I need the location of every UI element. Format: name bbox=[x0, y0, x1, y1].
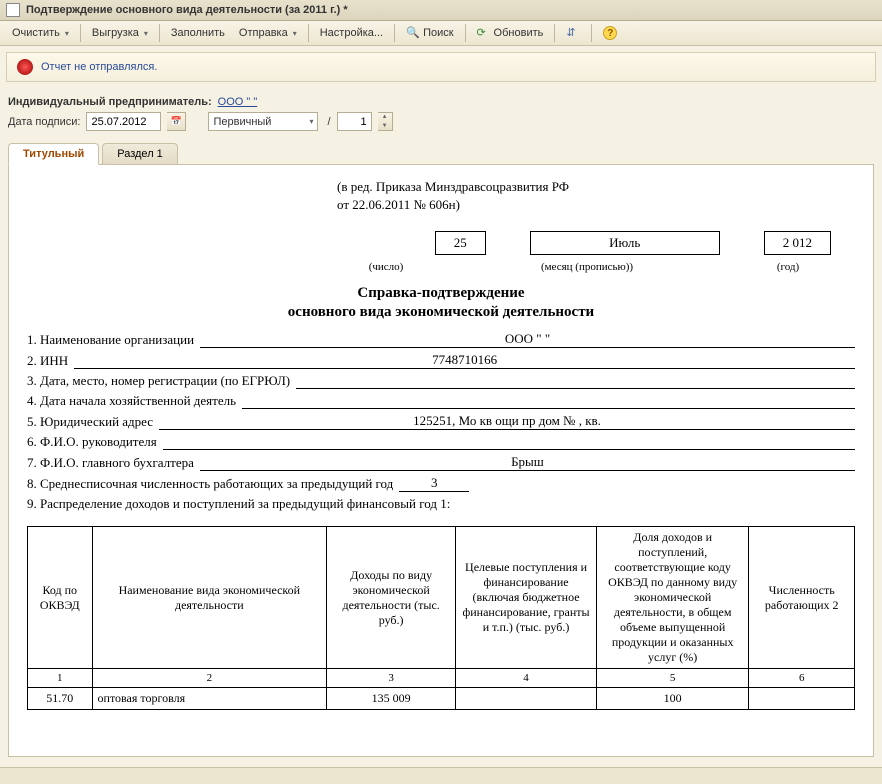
cell-share: 100 bbox=[596, 688, 748, 710]
f5-label: 5. Юридический адрес bbox=[27, 414, 153, 430]
tab-title[interactable]: Титульный bbox=[8, 143, 99, 165]
app-icon bbox=[6, 3, 20, 17]
separator bbox=[554, 24, 555, 42]
f8-value: 3 bbox=[399, 475, 469, 492]
separator bbox=[394, 24, 395, 42]
col-count: Численность работающих 2 bbox=[749, 527, 855, 669]
separator bbox=[80, 24, 81, 42]
col-target: Целевые поступления и финансирование (вк… bbox=[456, 527, 597, 669]
doc-title-2: основного вида экономической деятельност… bbox=[27, 304, 855, 321]
cell-count bbox=[749, 688, 855, 710]
send-button[interactable]: Отправка bbox=[233, 25, 303, 41]
col-share: Доля доходов и поступлений, соответствую… bbox=[596, 527, 748, 669]
f9-label: 9. Распределение доходов и поступлений з… bbox=[27, 496, 450, 512]
search-button[interactable]: 🔍Поиск bbox=[400, 24, 459, 42]
f4-label: 4. Дата начала хозяйственной деятель bbox=[27, 393, 236, 409]
export-button[interactable]: Выгрузка bbox=[86, 25, 154, 41]
cell-okved: 51.70 bbox=[28, 688, 93, 710]
status-icon bbox=[17, 59, 33, 75]
distribution-table: Код по ОКВЭД Наименование вида экономиче… bbox=[27, 526, 855, 710]
fill-button[interactable]: Заполнить bbox=[165, 25, 231, 41]
f6-value bbox=[163, 434, 855, 450]
col-income: Доходы по виду экономической деятельност… bbox=[327, 527, 456, 669]
status-text: Отчет не отправлялся. bbox=[41, 61, 157, 73]
reg-line-1: (в ред. Приказа Минздравсоцразвития РФ bbox=[27, 179, 855, 195]
refresh-button[interactable]: ⟳Обновить bbox=[471, 24, 550, 42]
separator bbox=[308, 24, 309, 42]
sign-date-input[interactable] bbox=[86, 112, 161, 131]
f3-value bbox=[296, 373, 855, 389]
col-activity: Наименование вида экономической деятельн… bbox=[92, 527, 327, 669]
f1-label: 1. Наименование организации bbox=[27, 332, 194, 348]
cap-month: (месяц (прописью)) bbox=[473, 261, 701, 273]
cell-activity: оптовая торговля bbox=[92, 688, 327, 710]
year-box: 2 012 bbox=[764, 231, 831, 255]
updown-icon: ⇵ bbox=[566, 26, 580, 40]
cap-day: (число) bbox=[343, 261, 429, 273]
month-box: Июль bbox=[530, 231, 720, 255]
cell-target bbox=[456, 688, 597, 710]
f5-value: 125251, Мо кв ощи пр дом № , кв. bbox=[159, 413, 855, 430]
table-row: 51.70 оптовая торговля 135 009 100 bbox=[28, 688, 855, 710]
search-icon: 🔍 bbox=[406, 26, 420, 40]
f7-value: Брыш bbox=[200, 454, 855, 471]
ip-value[interactable]: ООО " " bbox=[218, 96, 258, 108]
calendar-icon[interactable]: 📅 bbox=[167, 112, 186, 131]
kind-num-input[interactable] bbox=[337, 112, 372, 131]
separator bbox=[591, 24, 592, 42]
cell-income: 135 009 bbox=[327, 688, 456, 710]
updown-button[interactable]: ⇵ bbox=[560, 24, 586, 42]
f6-label: 6. Ф.И.О. руководителя bbox=[27, 434, 157, 450]
tabs: Титульный Раздел 1 bbox=[8, 143, 874, 165]
slash: / bbox=[324, 116, 330, 128]
help-icon: ? bbox=[603, 26, 617, 40]
ip-label: Индивидуальный предприниматель: bbox=[8, 96, 212, 108]
separator bbox=[159, 24, 160, 42]
document-page: (в ред. Приказа Минздравсоцразвития РФ о… bbox=[8, 165, 874, 757]
clear-button[interactable]: Очистить bbox=[6, 25, 75, 41]
sign-date-label: Дата подписи: bbox=[8, 116, 80, 128]
col-okved: Код по ОКВЭД bbox=[28, 527, 93, 669]
f8-label: 8. Среднесписочная численность работающи… bbox=[27, 476, 393, 492]
tab-section1[interactable]: Раздел 1 bbox=[102, 143, 178, 164]
num-spinner[interactable]: ▲▼ bbox=[378, 112, 393, 131]
kind-select[interactable]: Первичный▾ bbox=[208, 112, 318, 131]
f7-label: 7. Ф.И.О. главного бухгалтера bbox=[27, 455, 194, 471]
f2-label: 2. ИНН bbox=[27, 353, 68, 369]
separator bbox=[465, 24, 466, 42]
titlebar: Подтверждение основного вида деятельност… bbox=[0, 0, 882, 21]
date-captions: (число) (месяц (прописью)) (год) bbox=[27, 259, 855, 273]
f2-value: 7748710166 bbox=[74, 352, 855, 369]
settings-button[interactable]: Настройка... bbox=[314, 25, 389, 41]
toolbar: Очистить Выгрузка Заполнить Отправка Нас… bbox=[0, 21, 882, 46]
doc-title-1: Справка-подтверждение bbox=[27, 285, 855, 302]
day-box: 25 bbox=[435, 231, 486, 255]
scrollbar-horizontal[interactable] bbox=[0, 767, 882, 784]
date-boxes: 25 Июль 2 012 bbox=[27, 231, 855, 255]
reg-line-2: от 22.06.2011 № 606н) bbox=[27, 197, 855, 213]
cap-year: (год) bbox=[745, 261, 831, 273]
refresh-icon: ⟳ bbox=[477, 26, 491, 40]
help-button[interactable]: ? bbox=[597, 24, 623, 42]
window-title: Подтверждение основного вида деятельност… bbox=[26, 4, 348, 16]
f4-value bbox=[242, 393, 855, 409]
f1-value: ООО " " bbox=[200, 331, 855, 348]
status-bar: Отчет не отправлялся. bbox=[6, 52, 876, 82]
f3-label: 3. Дата, место, номер регистрации (по ЕГ… bbox=[27, 373, 290, 389]
col-numbers: 1 2 3 4 5 6 bbox=[28, 669, 855, 688]
meta-panel: Индивидуальный предприниматель: ООО " " … bbox=[0, 88, 882, 139]
